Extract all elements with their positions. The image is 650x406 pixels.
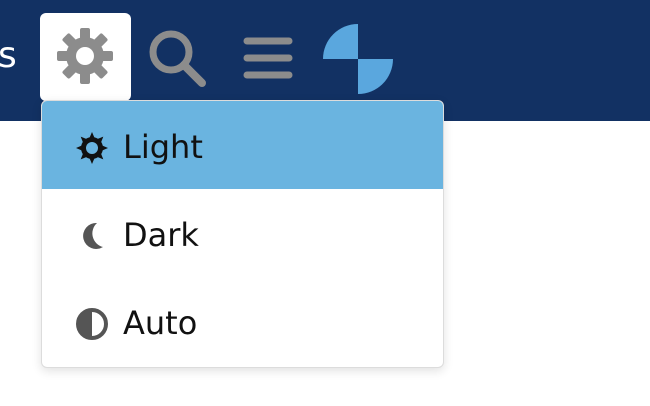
search-icon[interactable] [147,28,209,90]
moon-icon [83,222,103,249]
menu-item-light[interactable]: Light [42,101,443,189]
menu-item-label: Auto [123,304,198,342]
gear-icon [57,28,113,84]
theme-toggle-button[interactable] [40,13,131,101]
logo-icon[interactable] [323,24,393,94]
menu-icon[interactable] [242,36,294,82]
menu-item-label: Light [123,128,203,166]
half-circle-icon [76,308,108,340]
theme-dropdown-menu: Light Dark Auto [41,100,444,368]
menu-item-label: Dark [123,216,199,254]
menu-item-dark[interactable]: Dark [42,189,443,277]
sun-icon [76,132,108,164]
menu-item-auto[interactable]: Auto [42,277,443,365]
navbar-partial-text: s [0,35,17,76]
